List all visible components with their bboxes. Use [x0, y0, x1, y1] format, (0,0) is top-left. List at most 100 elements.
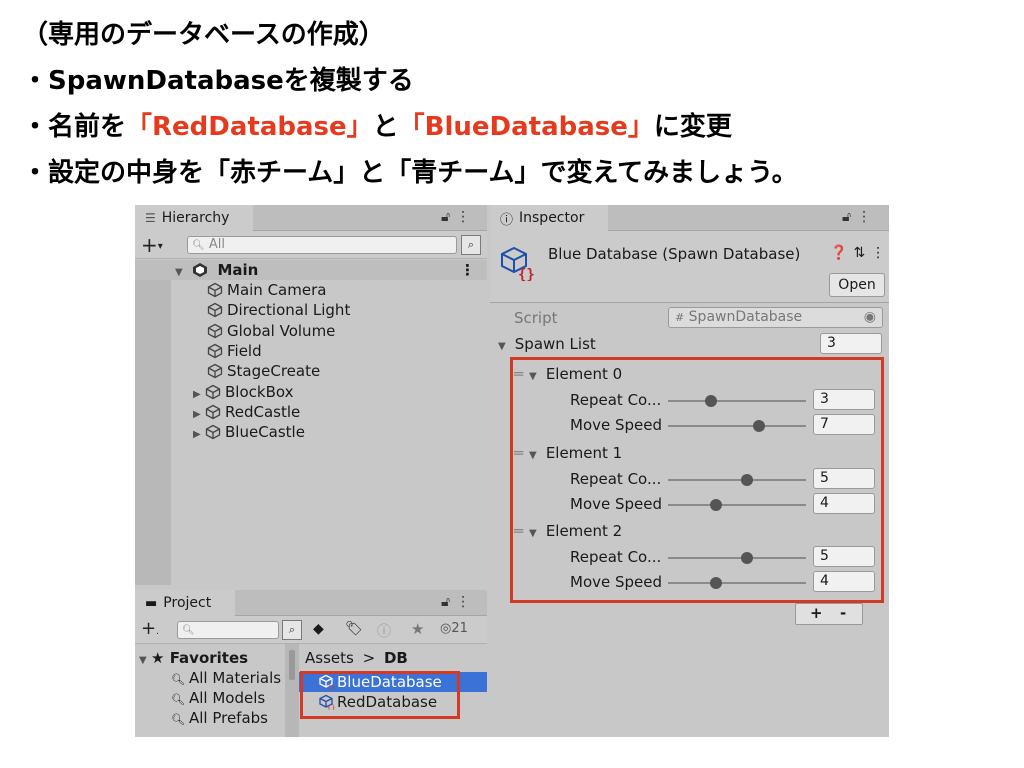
lock-icon[interactable]: 🔓︎ [842, 209, 857, 225]
inspector-tab-bar: ⓘ Inspector 🔓︎⋮ [490, 205, 889, 231]
rename-red-database: 「RedDatabase」 [126, 112, 373, 142]
project-search-input[interactable]: 🔍︎ [177, 621, 279, 639]
kebab-menu-icon[interactable]: ⋮ [857, 209, 877, 225]
folder-icon: ▬ [145, 595, 158, 611]
inspector-object-title: Blue Database (Spawn Database) [548, 245, 801, 263]
favorites-label: Favorites [169, 649, 249, 667]
scene-name: Main [217, 261, 259, 279]
star-icon: ★ [151, 649, 165, 667]
inspector-panel: ⓘ Inspector 🔓︎⋮ {} Blue Database (Spawn … [490, 205, 889, 737]
gameobject-cube-icon [207, 363, 223, 379]
hierarchy-panel: ☰ Hierarchy 🔓︎⋮ +▾ 🔍︎ All ⌕ ▼ Main ⋮ Mai… [135, 205, 487, 585]
shape-filter-icon[interactable]: ◆ [313, 621, 324, 637]
favorite-item[interactable]: 🔍︎ All Prefabs [171, 708, 268, 728]
create-plus-icon[interactable]: +. [141, 618, 159, 639]
hierarchy-item-label: BlueCastle [225, 423, 305, 442]
slide-bullet-settings: ・設定の中身を「赤チーム」と「青チーム」で変えてみましょう。 [22, 158, 798, 188]
hidden-count: 21 [451, 621, 468, 636]
hierarchy-item[interactable]: Main Camera [135, 280, 487, 300]
rename-blue-database: 「BlueDatabase」 [398, 112, 654, 142]
favorites-row[interactable]: ▼ ★ Favorites [139, 648, 248, 668]
star-favorite-icon[interactable]: ★ [411, 620, 424, 638]
search-icon: 🔍︎ [171, 693, 185, 706]
hierarchy-item[interactable]: Global Volume [135, 321, 487, 341]
hierarchy-search-input[interactable]: 🔍︎ All [187, 236, 457, 254]
project-tab-tools: 🔓︎⋮ [441, 594, 476, 610]
hierarchy-search-placeholder: All [208, 237, 225, 252]
favorite-item-label: All Models [188, 689, 266, 707]
scriptable-object-icon: {} [501, 246, 535, 281]
object-picker-icon[interactable]: ◉ [864, 308, 876, 327]
script-label: Script [514, 309, 558, 327]
help-icon[interactable]: ❓ [830, 245, 853, 261]
add-plus-icon[interactable]: +▾ [141, 233, 163, 257]
add-element-button[interactable]: + [810, 604, 823, 622]
scrollbar-thumb[interactable] [289, 650, 295, 680]
favorite-item-label: All Prefabs [188, 709, 268, 727]
inspector-tab-label: Inspector [519, 210, 585, 226]
lock-icon[interactable]: 🔓︎ [441, 594, 456, 610]
lock-icon[interactable]: 🔓︎ [441, 209, 456, 225]
kebab-menu-icon[interactable]: ⋮ [456, 209, 476, 225]
hierarchy-tab-bar: ☰ Hierarchy 🔓︎⋮ [135, 205, 487, 231]
favorite-item[interactable]: 🔍︎ All Models [171, 688, 265, 708]
label-tag-icon[interactable]: 🏷︎ [345, 621, 363, 637]
hierarchy-item[interactable]: Directional Light [135, 300, 487, 320]
hierarchy-item[interactable]: ▶ BlueCastle [135, 422, 487, 442]
spawn-list-size-field[interactable]: 3 [820, 333, 882, 354]
script-value: SpawnDatabase [688, 309, 803, 325]
expand-down-icon[interactable]: ▼ [139, 651, 151, 671]
preset-sliders-icon[interactable]: ⇅ [853, 245, 871, 261]
gameobject-cube-icon [207, 323, 223, 338]
hierarchy-item-label: StageCreate [227, 362, 321, 381]
scene-menu-icon[interactable]: ⋮ [460, 260, 475, 280]
project-panel: ▬ Project 🔓︎⋮ +. 🔍︎ ⌕ ◆ 🏷︎ ⓘ ★ ◎21 ▼ ★ Fa… [135, 590, 487, 737]
hierarchy-item[interactable]: ▶ RedCastle [135, 402, 487, 422]
expand-right-icon[interactable]: ▶ [193, 425, 205, 445]
hierarchy-toolbar: +▾ 🔍︎ All ⌕ [135, 231, 487, 259]
search-icon: 🔍︎ [171, 673, 185, 686]
remove-element-button[interactable]: - [840, 604, 846, 622]
hierarchy-tab-label: Hierarchy [161, 210, 230, 226]
slide-bullet-rename: ・名前を「RedDatabase」と「BlueDatabase」に変更 [22, 110, 732, 144]
info-icon[interactable]: ⓘ [377, 621, 391, 641]
inspector-header: {} Blue Database (Spawn Database) ❓⇅⋮ Op… [490, 231, 889, 303]
hierarchy-item[interactable]: Field [135, 341, 487, 361]
hierarchy-item-label: RedCastle [225, 402, 301, 421]
breadcrumb-db[interactable]: DB [384, 649, 408, 667]
favorite-item-label: All Materials [188, 669, 282, 687]
inspector-tab[interactable]: ⓘ Inspector [490, 205, 608, 231]
script-field[interactable]: # SpawnDatabase ◉ [668, 307, 883, 328]
hierarchy-tab[interactable]: ☰ Hierarchy [135, 205, 253, 231]
open-button[interactable]: Open [829, 273, 885, 297]
breadcrumb-assets[interactable]: Assets [305, 649, 354, 667]
kebab-menu-icon[interactable]: ⋮ [871, 245, 891, 261]
highlight-assets-box [300, 671, 460, 719]
hierarchy-item-label: BlockBox [225, 382, 294, 401]
search-options-button[interactable]: ⌕ [461, 235, 481, 255]
inspector-tab-tools: 🔓︎⋮ [842, 209, 877, 225]
kebab-menu-icon[interactable]: ⋮ [456, 594, 476, 610]
favorite-item[interactable]: 🔍︎ All Materials [171, 668, 281, 688]
info-icon: ⓘ [500, 212, 514, 228]
project-tab[interactable]: ▬ Project [135, 590, 235, 616]
hierarchy-tab-tools: 🔓︎⋮ [441, 209, 476, 225]
expand-down-icon[interactable]: ▼ [498, 336, 510, 358]
hierarchy-item[interactable]: ▶ BlockBox [135, 382, 487, 402]
hierarchy-item[interactable]: StageCreate [135, 361, 487, 381]
gameobject-cube-icon [205, 404, 221, 420]
hidden-count-badge[interactable]: ◎21 [440, 621, 468, 636]
gameobject-cube-icon [205, 424, 221, 440]
project-toolbar: +. 🔍︎ ⌕ ◆ 🏷︎ ⓘ ★ ◎21 [135, 616, 487, 644]
slide-heading: （専用のデータベースの作成） [22, 20, 385, 50]
search-options-button[interactable]: ⌕ [282, 620, 302, 640]
svg-text:{}: {} [518, 267, 535, 281]
hierarchy-item-label: Main Camera [227, 281, 327, 299]
eye-icon: ◎ [440, 621, 452, 636]
spawn-list-row[interactable]: ▼ Spawn List [498, 333, 596, 355]
gameobject-cube-icon [207, 343, 223, 359]
scene-row-main[interactable]: ▼ Main ⋮ [135, 260, 487, 280]
project-splitter[interactable] [285, 644, 299, 737]
unity-editor: ☰ Hierarchy 🔓︎⋮ +▾ 🔍︎ All ⌕ ▼ Main ⋮ Mai… [135, 205, 889, 737]
search-icon: 🔍︎ [192, 240, 205, 251]
